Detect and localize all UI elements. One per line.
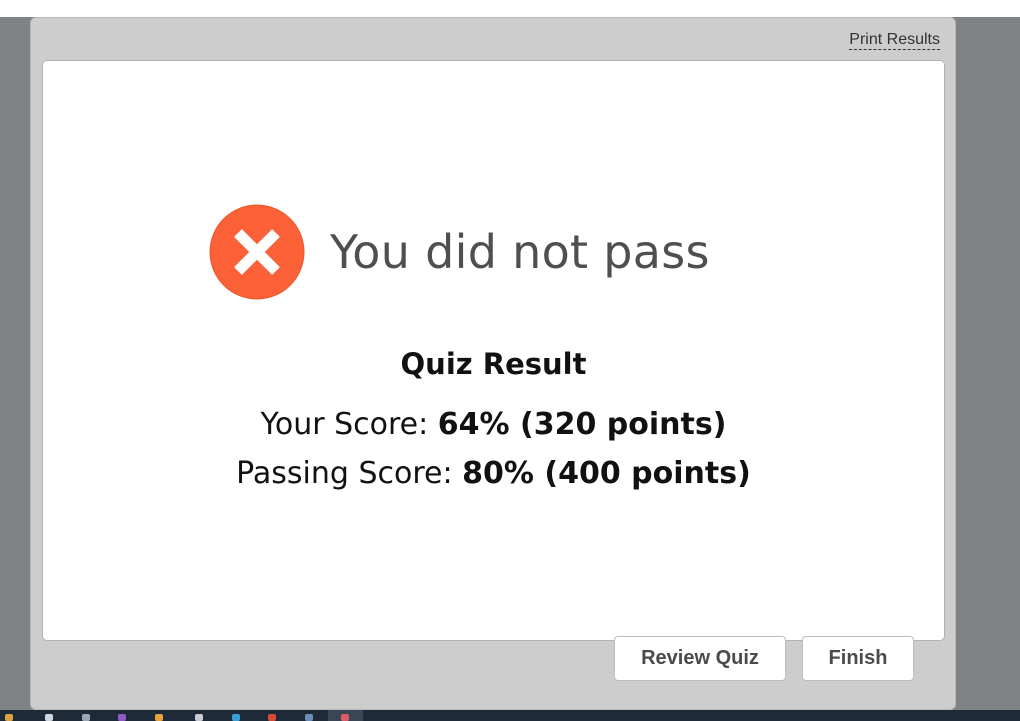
taskbar-app-icon[interactable] [305,714,313,721]
result-card: You did not pass Quiz Result Your Score:… [42,60,945,641]
quiz-result-title: Quiz Result [400,347,587,381]
taskbar-app-icon[interactable] [5,714,13,721]
passing-score-line: Passing Score: 80% (400 points) [43,449,944,498]
taskbar-app-icon[interactable] [82,714,90,721]
your-score-label: Your Score: [260,407,438,442]
taskbar-app-icon[interactable] [118,714,126,721]
browser-top-strip [0,0,1020,17]
passing-score-value: 80% (400 points) [462,456,751,491]
taskbar-app-icon[interactable] [232,714,240,721]
status-heading: You did not pass [330,225,710,279]
taskbar-app-icon[interactable] [45,714,53,721]
score-block: Quiz Result Your Score: 64% (320 points)… [43,346,944,498]
your-score-value: 64% (320 points) [437,407,727,442]
passing-score-label: Passing Score: [236,456,463,491]
review-quiz-button[interactable]: Review Quiz [614,636,786,681]
taskbar-app-icon[interactable] [341,714,349,721]
your-score-line: Your Score: 64% (320 points) [43,400,944,449]
taskbar [0,710,1020,721]
taskbar-app-icon[interactable] [268,714,276,721]
print-results-link[interactable]: Print Results [849,31,940,50]
fail-x-icon [209,204,305,300]
result-status: You did not pass [209,204,710,300]
finish-button[interactable]: Finish [802,636,914,681]
taskbar-app-icon[interactable] [155,714,163,721]
quiz-result-frame: Print Results You did not pass Quiz Resu… [30,17,956,710]
taskbar-app-icon[interactable] [195,714,203,721]
